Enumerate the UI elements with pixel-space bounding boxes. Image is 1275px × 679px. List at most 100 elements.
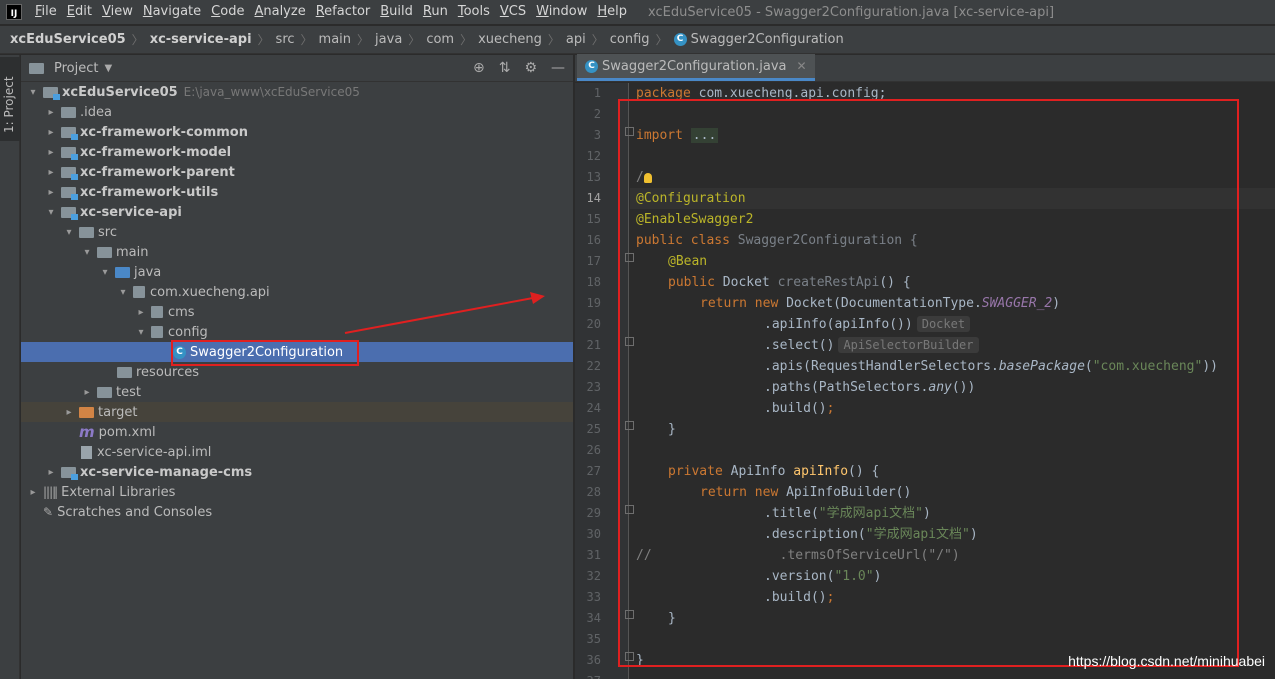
- minimize-icon[interactable]: —: [551, 60, 565, 76]
- tree-item-label: xc-framework-common: [80, 124, 248, 140]
- code-token: ApiInfoBuilder(): [778, 485, 912, 500]
- menu-code[interactable]: Code: [206, 0, 249, 24]
- menu-file[interactable]: File: [30, 0, 62, 24]
- chevron-right-icon[interactable]: ▸: [81, 387, 93, 398]
- crumb-com[interactable]: com: [426, 32, 454, 47]
- crumb-module[interactable]: xc-service-api: [150, 32, 252, 47]
- tree-item-swagger2configuration[interactable]: C Swagger2Configuration: [21, 340, 573, 366]
- chevron-right-icon[interactable]: ▸: [45, 127, 57, 138]
- close-icon[interactable]: ✕: [797, 59, 807, 73]
- tree-item-service-manage-cms[interactable]: ▸ xc-service-manage-cms: [21, 462, 573, 482]
- project-view-selector[interactable]: Project: [54, 61, 98, 76]
- chevron-right-icon[interactable]: ▸: [63, 407, 75, 418]
- menu-run[interactable]: Run: [418, 0, 453, 24]
- project-tool-tab[interactable]: 1: Project: [0, 57, 20, 141]
- menu-vcs[interactable]: VCS: [495, 0, 531, 24]
- editor-tab-swagger2configuration[interactable]: C Swagger2Configuration.java ✕: [577, 54, 815, 81]
- collapse-all-icon[interactable]: ⇅: [499, 60, 511, 76]
- menu-tools[interactable]: Tools: [453, 0, 495, 24]
- tree-item-scratches[interactable]: ✎ Scratches and Consoles: [21, 502, 573, 522]
- tree-item-external-libraries[interactable]: ▸ |||‖ External Libraries: [21, 482, 573, 502]
- module-folder-icon: [43, 86, 60, 100]
- chevron-down-icon[interactable]: ▼: [104, 63, 112, 74]
- tree-item-pom[interactable]: m pom.xml: [21, 422, 573, 442]
- code-area[interactable]: package com.xuecheng.api.config; import …: [630, 83, 1275, 679]
- panel-toolbar: ⊕ ⇅ ⚙ —: [473, 60, 565, 76]
- tree-item-label: main: [116, 244, 149, 260]
- line-number: 18: [586, 275, 601, 289]
- tree-item-target[interactable]: ▸ target: [21, 402, 573, 422]
- tree-item-main[interactable]: ▾ main: [21, 242, 573, 262]
- tree-item-test[interactable]: ▸ test: [21, 382, 573, 402]
- code-token: Docket: [714, 275, 778, 290]
- menu-navigate[interactable]: Navigate: [138, 0, 206, 24]
- chevron-right-icon[interactable]: ▸: [135, 307, 147, 318]
- chevron-down-icon[interactable]: ▾: [135, 327, 147, 338]
- line-number: 25: [586, 422, 601, 436]
- module-folder-icon: [61, 146, 78, 160]
- code-token: .termsOfServiceUrl("/"): [779, 548, 960, 563]
- chevron-right-icon[interactable]: ▸: [45, 107, 57, 118]
- chevron-down-icon[interactable]: ▾: [99, 267, 111, 278]
- tree-item-cms[interactable]: ▸ cms: [21, 302, 573, 322]
- chevron-down-icon[interactable]: ▾: [81, 247, 93, 258]
- code-token: import: [636, 128, 683, 143]
- chevron-right-icon[interactable]: ▸: [45, 467, 57, 478]
- code-token: any: [928, 380, 952, 395]
- chevron-right-icon[interactable]: ▸: [45, 167, 57, 178]
- menu-analyze[interactable]: Analyze: [249, 0, 310, 24]
- chevron-down-icon[interactable]: ▾: [45, 207, 57, 218]
- crumb-config[interactable]: config: [610, 32, 650, 47]
- tree-item-framework-utils[interactable]: ▸ xc-framework-utils: [21, 182, 573, 202]
- folded-imports[interactable]: ...: [690, 128, 719, 143]
- menu-refactor[interactable]: Refactor: [311, 0, 376, 24]
- tree-item-iml[interactable]: xc-service-api.iml: [21, 442, 573, 462]
- editor-tab-bar: C Swagger2Configuration.java ✕: [575, 54, 1275, 82]
- gear-icon[interactable]: ⚙: [524, 60, 537, 76]
- code-token: Swagger2Configuration {: [729, 233, 918, 248]
- tree-item-idea[interactable]: ▸ .idea: [21, 102, 573, 122]
- tree-item-label: xc-framework-parent: [80, 164, 235, 180]
- chevron-down-icon[interactable]: ▾: [63, 227, 75, 238]
- tree-item-label: .idea: [80, 104, 112, 120]
- crumb-api[interactable]: api: [566, 32, 586, 47]
- menu-window[interactable]: Window: [531, 0, 592, 24]
- tree-item-config[interactable]: ▾ config: [21, 322, 573, 342]
- crumb-separator: 〉: [460, 33, 473, 47]
- crumb-class[interactable]: Swagger2Configuration: [691, 32, 844, 47]
- code-token: .select(): [764, 338, 835, 353]
- tree-item-root[interactable]: ▾ xcEduService05 E:\java_www\xcEduServic…: [21, 82, 573, 102]
- locate-icon[interactable]: ⊕: [473, 60, 485, 76]
- code-line-14: @Configuration: [630, 188, 1275, 209]
- crumb-src[interactable]: src: [276, 32, 295, 47]
- tree-item-framework-model[interactable]: ▸ xc-framework-model: [21, 142, 573, 162]
- menu-help[interactable]: Help: [592, 0, 632, 24]
- tree-item-src[interactable]: ▾ src: [21, 222, 573, 242]
- chevron-right-icon[interactable]: ▸: [45, 187, 57, 198]
- tree-item-java[interactable]: ▾ java: [21, 262, 573, 282]
- chevron-down-icon[interactable]: ▾: [117, 287, 129, 298]
- tree-item-package-api[interactable]: ▾ com.xuecheng.api: [21, 282, 573, 302]
- tree-item-framework-common[interactable]: ▸ xc-framework-common: [21, 122, 573, 142]
- crumb-main[interactable]: main: [319, 32, 351, 47]
- tree-item-service-api[interactable]: ▾ xc-service-api: [21, 202, 573, 222]
- crumb-separator: 〉: [131, 33, 144, 47]
- menu-edit[interactable]: Edit: [62, 0, 97, 24]
- crumb-project[interactable]: xcEduService05: [10, 32, 126, 47]
- tree-item-label: cms: [168, 304, 195, 320]
- chevron-right-icon[interactable]: ▸: [45, 147, 57, 158]
- chevron-right-icon[interactable]: ▸: [27, 487, 39, 498]
- crumb-java[interactable]: java: [375, 32, 402, 47]
- lightbulb-icon[interactable]: [643, 172, 652, 183]
- menu-view[interactable]: View: [97, 0, 138, 24]
- crumb-xuecheng[interactable]: xuecheng: [478, 32, 542, 47]
- crumb-separator: 〉: [655, 33, 668, 47]
- code-token: private: [668, 464, 723, 479]
- tree-item-framework-parent[interactable]: ▸ xc-framework-parent: [21, 162, 573, 182]
- tree-item-resources[interactable]: resources: [21, 362, 573, 382]
- chevron-down-icon[interactable]: ▾: [27, 87, 39, 98]
- project-tree: ▾ xcEduService05 E:\java_www\xcEduServic…: [21, 82, 573, 522]
- menu-build[interactable]: Build: [375, 0, 418, 24]
- code-line-34: }: [630, 608, 1275, 629]
